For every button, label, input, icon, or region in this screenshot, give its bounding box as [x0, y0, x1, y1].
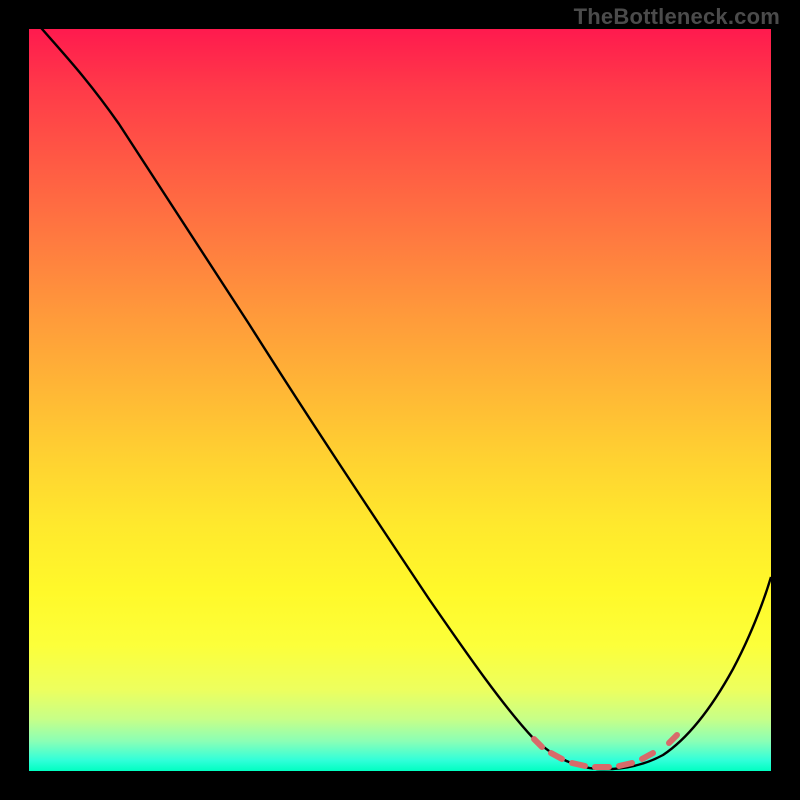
- marker-dash: [619, 763, 632, 766]
- curve-layer: [29, 29, 771, 771]
- bottleneck-curve: [29, 29, 771, 769]
- plot-area: [29, 29, 771, 771]
- marker-dash: [534, 739, 542, 747]
- marker-dash: [572, 763, 585, 766]
- highlighted-range-markers: [534, 735, 677, 767]
- marker-dash: [642, 753, 653, 759]
- chart-container: TheBottleneck.com: [0, 0, 800, 800]
- watermark-text: TheBottleneck.com: [574, 4, 780, 30]
- marker-dash: [669, 735, 677, 743]
- marker-dash: [551, 753, 562, 759]
